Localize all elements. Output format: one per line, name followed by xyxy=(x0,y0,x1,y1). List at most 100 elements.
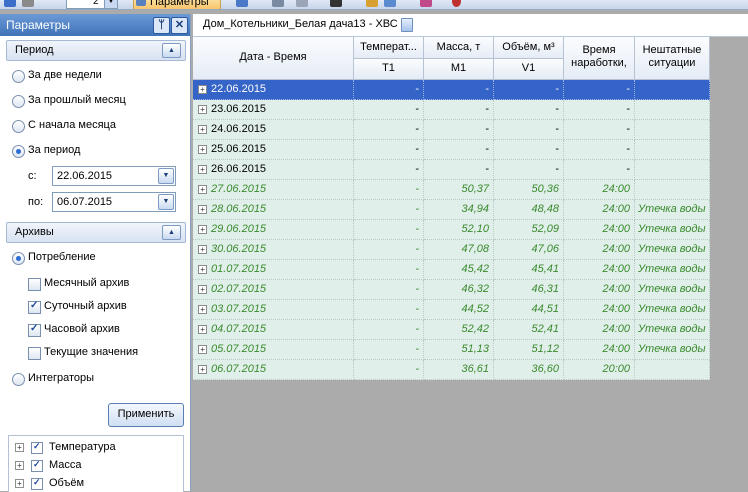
print-preview-icon[interactable] xyxy=(330,0,342,7)
cell-temp[interactable]: - xyxy=(354,260,424,280)
cell-temp[interactable]: - xyxy=(354,320,424,340)
checkbox-current-values[interactable] xyxy=(28,347,41,360)
cell-runtime[interactable]: 24:00 xyxy=(564,340,635,360)
cell-temp[interactable]: - xyxy=(354,200,424,220)
cell-date[interactable]: 25.06.2015 xyxy=(193,140,354,160)
cell-date[interactable]: 28.06.2015 xyxy=(193,200,354,220)
radio-two-weeks[interactable] xyxy=(12,70,25,83)
cell-runtime[interactable]: - xyxy=(564,100,635,120)
expand-icon[interactable]: + xyxy=(15,461,24,470)
cell-temp[interactable]: - xyxy=(354,160,424,180)
cell-date[interactable]: 29.06.2015 xyxy=(193,220,354,240)
parameters-toggle-button[interactable]: Параметры xyxy=(133,0,221,9)
cell-vol[interactable]: 51,12 xyxy=(494,340,564,360)
cell-vol[interactable]: - xyxy=(494,140,564,160)
pin-icon[interactable]: ᛘ xyxy=(153,17,170,34)
cell-sit[interactable] xyxy=(635,160,710,180)
tree-item-volume[interactable]: + Объём xyxy=(9,476,181,492)
cell-runtime[interactable]: 24:00 xyxy=(564,200,635,220)
cell-runtime[interactable]: 24:00 xyxy=(564,320,635,340)
cell-mass[interactable]: - xyxy=(424,140,494,160)
table-row[interactable]: +06.07.2015-36,61 36,60 20:00 xyxy=(193,360,710,380)
cell-runtime[interactable]: 24:00 xyxy=(564,260,635,280)
cell-sit[interactable] xyxy=(635,360,710,380)
period-spinner[interactable]: 2 ▼ xyxy=(66,0,118,9)
cell-vol[interactable]: - xyxy=(494,160,564,180)
cell-temp[interactable]: - xyxy=(354,140,424,160)
cell-date[interactable]: 23.06.2015 xyxy=(193,100,354,120)
tree-item-mass[interactable]: + Масса xyxy=(9,458,181,474)
radio-month-start[interactable] xyxy=(12,120,25,133)
cell-runtime[interactable]: 20:00 xyxy=(564,360,635,380)
cell-sit[interactable]: Утечка воды xyxy=(635,340,710,360)
expand-icon[interactable]: + xyxy=(15,479,24,488)
cell-temp[interactable]: - xyxy=(354,340,424,360)
collapse-icon[interactable]: ▲ xyxy=(162,43,181,58)
cell-vol[interactable]: 45,41 xyxy=(494,260,564,280)
table-row[interactable]: +02.07.2015-46,32 46,31 24:00 Утечка воды xyxy=(193,280,710,300)
cell-sit[interactable]: Утечка воды xyxy=(635,320,710,340)
cell-vol[interactable]: 52,41 xyxy=(494,320,564,340)
cell-temp[interactable]: - xyxy=(354,240,424,260)
cell-vol[interactable]: 47,06 xyxy=(494,240,564,260)
cell-runtime[interactable]: 24:00 xyxy=(564,300,635,320)
cell-sit[interactable]: Утечка воды xyxy=(635,200,710,220)
cell-runtime[interactable]: 24:00 xyxy=(564,280,635,300)
cell-temp[interactable]: - xyxy=(354,180,424,200)
cell-mass[interactable]: 46,32 xyxy=(424,280,494,300)
cell-date[interactable]: 22.06.2015 xyxy=(193,80,354,100)
cell-temp[interactable]: - xyxy=(354,80,424,100)
column-header-volume[interactable]: Объём, м³ xyxy=(494,37,564,59)
table-row[interactable]: +28.06.2015-34,94 48,48 24:00 Утечка воды xyxy=(193,200,710,220)
tree-checkbox[interactable] xyxy=(31,459,43,472)
cell-date[interactable]: 05.07.2015 xyxy=(193,340,354,360)
cell-date[interactable]: 01.07.2015 xyxy=(193,260,354,280)
table-row[interactable]: +24.06.2015- - - - xyxy=(193,120,710,140)
cell-vol[interactable]: 48,48 xyxy=(494,200,564,220)
to-date-picker[interactable]: 06.07.2015 ▼ xyxy=(52,192,176,212)
table-row[interactable]: +01.07.2015-45,42 45,41 24:00 Утечка воды xyxy=(193,260,710,280)
cell-sit[interactable] xyxy=(635,80,710,100)
table-row[interactable]: +03.07.2015-44,52 44,51 24:00 Утечка воды xyxy=(193,300,710,320)
save-icon[interactable] xyxy=(4,0,16,7)
cell-mass[interactable]: 50,37 xyxy=(424,180,494,200)
cell-runtime[interactable]: - xyxy=(564,160,635,180)
cell-mass[interactable]: 52,42 xyxy=(424,320,494,340)
document-title[interactable]: Дом_Котельники_Белая дача13 - ХВС xyxy=(203,18,398,30)
filter-icon[interactable] xyxy=(420,0,432,7)
collapse-icon[interactable]: ▲ xyxy=(162,225,181,240)
checkbox-monthly-archive[interactable] xyxy=(28,278,41,291)
cell-sit[interactable]: Утечка воды xyxy=(635,220,710,240)
cell-mass[interactable]: 51,13 xyxy=(424,340,494,360)
chevron-down-icon[interactable]: ▼ xyxy=(158,168,174,184)
cell-sit[interactable] xyxy=(635,180,710,200)
tree-checkbox[interactable] xyxy=(31,441,43,454)
table-row[interactable]: +27.06.2015-50,37 50,36 24:00 xyxy=(193,180,710,200)
cell-vol[interactable]: 44,51 xyxy=(494,300,564,320)
radio-custom-period[interactable] xyxy=(12,145,25,158)
radio-integrators[interactable] xyxy=(12,373,25,386)
cell-date[interactable]: 04.07.2015 xyxy=(193,320,354,340)
from-date-picker[interactable]: 22.06.2015 ▼ xyxy=(52,166,176,186)
cell-runtime[interactable]: 24:00 xyxy=(564,180,635,200)
cell-sit[interactable]: Утечка воды xyxy=(635,280,710,300)
apply-button[interactable]: Применить xyxy=(108,403,184,427)
cell-mass[interactable]: - xyxy=(424,80,494,100)
table-row[interactable]: +30.06.2015-47,08 47,06 24:00 Утечка воды xyxy=(193,240,710,260)
column-header-date[interactable]: Дата - Время xyxy=(193,37,354,80)
cell-temp[interactable]: - xyxy=(354,280,424,300)
refresh-icon[interactable] xyxy=(236,0,248,7)
cell-vol[interactable]: - xyxy=(494,100,564,120)
cell-sit[interactable]: Утечка воды xyxy=(635,260,710,280)
archives-section-header[interactable]: Архивы ▲ xyxy=(6,222,186,243)
cell-vol[interactable]: - xyxy=(494,80,564,100)
stop-icon[interactable] xyxy=(452,0,461,7)
radio-consumption[interactable] xyxy=(12,252,25,265)
cell-vol[interactable]: 52,09 xyxy=(494,220,564,240)
cell-date[interactable]: 27.06.2015 xyxy=(193,180,354,200)
table-row[interactable]: +25.06.2015- - - - xyxy=(193,140,710,160)
cell-runtime[interactable]: - xyxy=(564,80,635,100)
expand-icon[interactable]: + xyxy=(15,443,24,452)
checkbox-hourly-archive[interactable] xyxy=(28,323,41,337)
cell-runtime[interactable]: - xyxy=(564,140,635,160)
